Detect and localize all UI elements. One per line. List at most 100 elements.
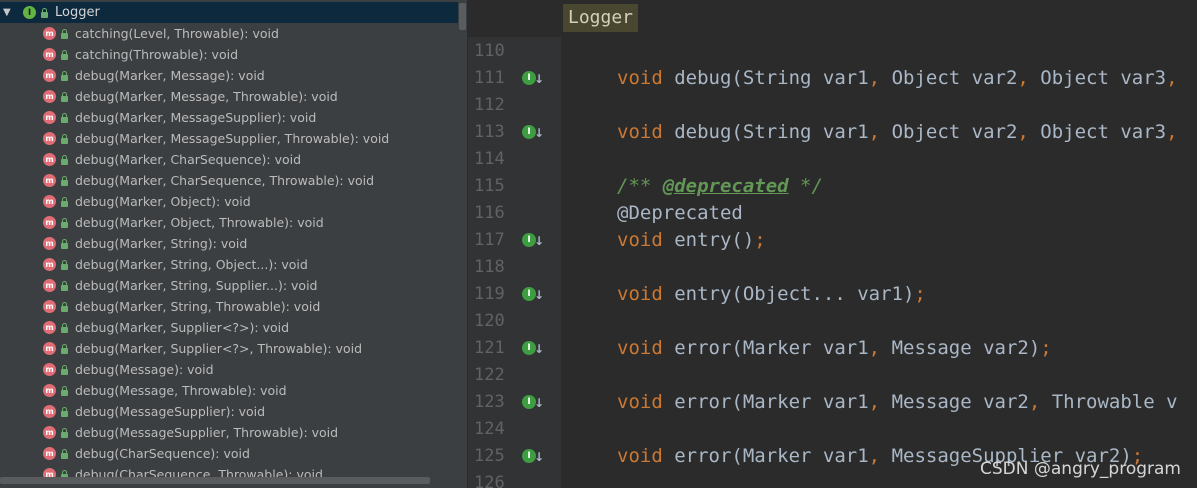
code-token: , (1166, 67, 1178, 89)
method-icon: m (43, 363, 56, 376)
tree-item-method[interactable]: m debug(Marker, Message, Throwable): void (0, 86, 460, 107)
implemented-method-icon[interactable]: I (522, 449, 544, 464)
tree-item-method[interactable]: m debug(Marker, Supplier<?>, Throwable): … (0, 338, 460, 359)
tree-item-label: debug(Marker, Supplier<?>, Throwable): v… (75, 341, 363, 356)
tree-item-label: catching(Level, Throwable): void (75, 26, 279, 41)
code-line[interactable]: void entry(Object... var1); (617, 283, 926, 305)
tree-item-label: debug(Marker, MessageSupplier, Throwable… (75, 131, 390, 146)
code-area[interactable]: void debug(String var1, Object var2, Obj… (561, 37, 1197, 488)
tree-item-method[interactable]: m debug(Message, Throwable): void (0, 380, 460, 401)
line-number: 126 (474, 473, 505, 488)
method-icon: m (43, 132, 56, 145)
code-editor[interactable]: Logger 110 111 I 112 113 I 114 115 116 117 I 118 119… (468, 0, 1197, 488)
code-line[interactable]: void entry(); (617, 229, 766, 251)
tree-item-label: debug(Marker, String, Object...): void (75, 257, 308, 272)
public-lock-icon (60, 406, 69, 417)
tree-item-method[interactable]: m debug(Marker, String): void (0, 233, 460, 254)
code-line[interactable]: /** @deprecated */ (617, 175, 823, 197)
code-line[interactable]: void debug(String var1, Object var2, Obj… (617, 67, 1178, 89)
tree-item-method[interactable]: m debug(Marker, Object): void (0, 191, 460, 212)
tree-item-method[interactable]: m debug(Marker, MessageSupplier): void (0, 107, 460, 128)
code-line[interactable]: void error(Marker var1, Message var2); (617, 337, 1052, 359)
code-token: Object var3 (1040, 121, 1167, 143)
method-icon: m (43, 27, 56, 40)
tree-item-method[interactable]: m catching(Throwable): void (0, 44, 460, 65)
public-lock-icon (60, 70, 69, 81)
line-number: 113 (474, 122, 505, 142)
implemented-method-icon[interactable]: I (522, 341, 544, 356)
tree-item-label: debug(Marker, Object): void (75, 194, 251, 209)
code-line[interactable]: void error(Marker var1, Message var2, Th… (617, 391, 1178, 413)
tree-item-label: debug(Marker, CharSequence, Throwable): … (75, 173, 375, 188)
method-icon: m (43, 426, 56, 439)
public-lock-icon (60, 280, 69, 291)
method-icon: m (43, 69, 56, 82)
code-token: error(Marker var1 (674, 445, 869, 467)
public-lock-icon (60, 385, 69, 396)
implemented-method-icon[interactable]: I (522, 125, 544, 140)
public-lock-icon (60, 91, 69, 102)
breadcrumb[interactable]: Logger (563, 4, 639, 32)
tree-item-method[interactable]: m debug(Marker, String, Supplier...): voi… (0, 275, 460, 296)
watermark: CSDN @angry_program (980, 459, 1181, 479)
horizontal-scrollbar[interactable] (0, 477, 430, 484)
public-lock-icon (60, 112, 69, 123)
code-token: void (617, 445, 675, 467)
tree-item-method[interactable]: m debug(Marker, Object, Throwable): void (0, 212, 460, 233)
tree-item-label: debug(Marker, Message, Throwable): void (75, 89, 338, 104)
tree-item-label: debug(MessageSupplier, Throwable): void (75, 425, 339, 440)
line-number: 118 (474, 257, 505, 277)
tree-item-method[interactable]: m debug(MessageSupplier, Throwable): void (0, 422, 460, 443)
tree-item-method[interactable]: m debug(Marker, String, Object...): void (0, 254, 460, 275)
code-line[interactable]: void debug(String var1, Object var2, Obj… (617, 121, 1178, 143)
public-lock-icon (60, 217, 69, 228)
method-icon: m (43, 111, 56, 124)
tree-item-method[interactable]: m debug(Marker, String, Throwable): void (0, 296, 460, 317)
tree-item-label: debug(Message): void (75, 362, 214, 377)
public-lock-icon (60, 301, 69, 312)
implemented-method-icon[interactable]: I (522, 71, 544, 86)
code-token: entry() (674, 229, 755, 251)
public-lock-icon (60, 196, 69, 207)
code-token: Object var3 (1040, 67, 1167, 89)
vertical-scrollbar[interactable] (459, 3, 466, 30)
tree-item-method[interactable]: m debug(MessageSupplier): void (0, 401, 460, 422)
code-token: , (1017, 67, 1041, 89)
tree-item-label: debug(Marker, Supplier<?>): void (75, 320, 290, 335)
tree-item-method[interactable]: m debug(Marker, Supplier<?>): void (0, 317, 460, 338)
line-number: 120 (474, 311, 505, 331)
tree-item-method[interactable]: m debug(Marker, CharSequence, Throwable):… (0, 170, 460, 191)
public-lock-icon (60, 28, 69, 39)
code-token: error(Marker var1 (674, 337, 869, 359)
tree-item-method[interactable]: m debug(Marker, Message): void (0, 65, 460, 86)
method-icon: m (43, 216, 56, 229)
structure-panel: ▼ I Logger m catching(Level, Throwable): … (0, 0, 468, 488)
line-number-gutter: 110 111 I 112 113 I 114 115 116 117 I 118 119 I 120 121… (468, 37, 561, 488)
code-token: debug(String var1 (674, 67, 869, 89)
tree-item-method[interactable]: m catching(Level, Throwable): void (0, 23, 460, 44)
line-number: 110 (474, 41, 505, 61)
method-icon: m (43, 342, 56, 355)
tree-root-logger[interactable]: ▼ I Logger (0, 2, 458, 23)
tree-item-method[interactable]: m debug(Message): void (0, 359, 460, 380)
code-line[interactable]: @Deprecated (617, 202, 743, 224)
tree-item-label: catching(Throwable): void (75, 47, 239, 62)
implemented-method-icon[interactable]: I (522, 287, 544, 302)
code-token: , (1028, 391, 1052, 413)
tree-item-label: debug(MessageSupplier): void (75, 404, 266, 419)
code-token: , (868, 67, 892, 89)
line-number: 125 (474, 446, 505, 466)
collapse-arrow-icon[interactable]: ▼ (3, 7, 13, 18)
line-number: 121 (474, 338, 505, 358)
code-token: Message var2 (891, 391, 1029, 413)
tree-item-method[interactable]: m debug(Marker, MessageSupplier, Throwabl… (0, 128, 460, 149)
code-token: ; (914, 283, 926, 305)
tree-item-label: debug(Marker, Message): void (75, 68, 265, 83)
implemented-method-icon[interactable]: I (522, 233, 544, 248)
tree-item-method[interactable]: m debug(Marker, CharSequence): void (0, 149, 460, 170)
method-icon: m (43, 195, 56, 208)
tree-item-method[interactable]: m debug(CharSequence): void (0, 443, 460, 464)
line-number: 119 (474, 284, 505, 304)
public-lock-icon (60, 238, 69, 249)
implemented-method-icon[interactable]: I (522, 395, 544, 410)
